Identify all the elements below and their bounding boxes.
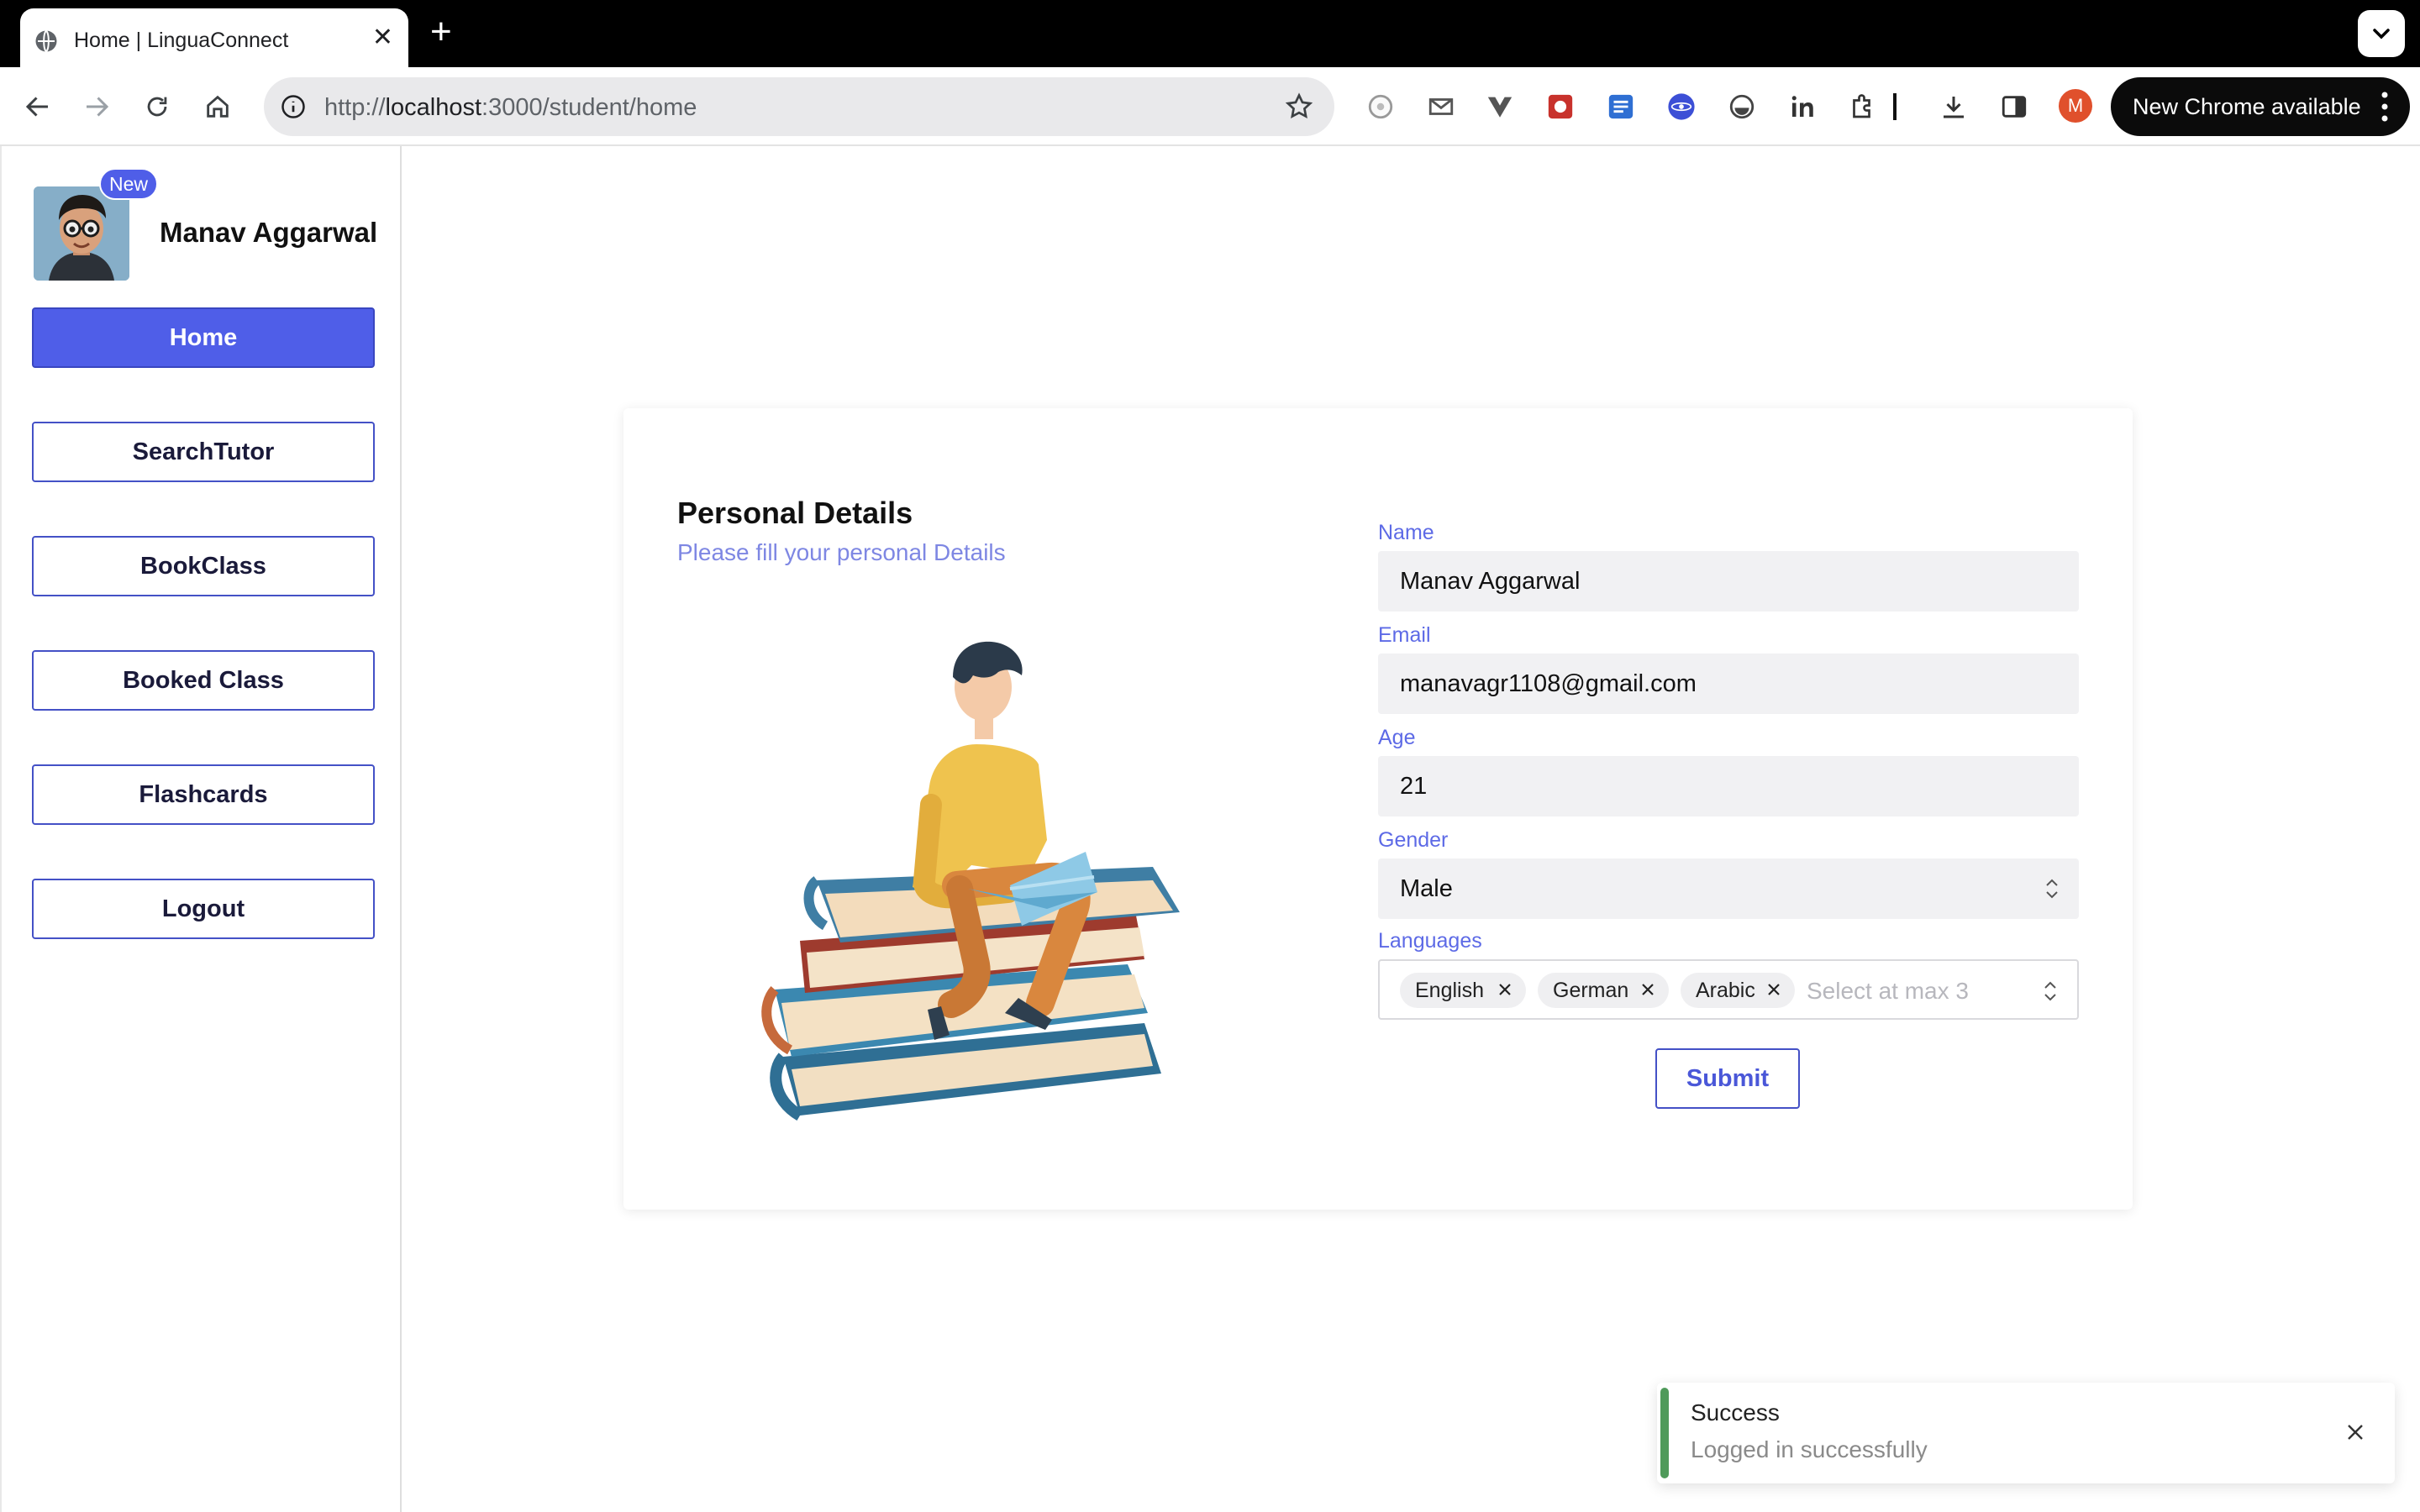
close-icon[interactable]	[2344, 1421, 2366, 1443]
sidebar-item-search-tutor[interactable]: SearchTutor	[32, 422, 375, 482]
select-arrows-icon	[2044, 981, 2056, 1001]
extension-timer-icon[interactable]	[1365, 91, 1397, 123]
back-icon	[25, 97, 48, 117]
name-field[interactable]: Manav Aggarwal	[1378, 551, 2079, 612]
forward-icon	[87, 97, 109, 117]
extension-linkedin-icon[interactable]	[1786, 91, 1818, 123]
forward-button[interactable]	[79, 89, 114, 124]
kebab-menu-icon	[2381, 92, 2388, 122]
browser-tab-strip: Home | LinguaConnect ✕ +	[0, 0, 2420, 67]
reload-icon	[147, 97, 167, 117]
personal-details-card: Personal Details Please fill your person…	[623, 408, 2133, 1210]
extension-vue-icon[interactable]	[1484, 91, 1516, 123]
reload-button[interactable]	[139, 89, 175, 124]
sidebar-item-book-class[interactable]: BookClass	[32, 536, 375, 596]
language-chip: German	[1538, 973, 1669, 1008]
extension-circle-icon[interactable]	[1726, 91, 1758, 123]
gender-select[interactable]: Male	[1378, 858, 2079, 919]
name-label: Name	[1378, 521, 1434, 544]
email-field[interactable]: manavagr1108@gmail.com	[1378, 654, 2079, 714]
browser-tab[interactable]: Home | LinguaConnect ✕	[20, 8, 408, 67]
profile-avatar[interactable]: M	[2059, 89, 2092, 123]
home-button[interactable]	[200, 89, 235, 124]
language-chip-label: Arabic	[1696, 978, 1755, 1002]
extension-react-icon[interactable]	[1665, 91, 1697, 123]
sidebar-item-flashcards[interactable]: Flashcards	[32, 764, 375, 825]
back-button[interactable]	[20, 89, 55, 124]
tab-title: Home | LinguaConnect	[74, 29, 289, 52]
extension-red-icon[interactable]	[1544, 91, 1576, 123]
remove-chip-icon[interactable]	[1765, 980, 1783, 999]
info-icon[interactable]	[281, 94, 306, 119]
chevron-down-icon	[2373, 29, 2390, 39]
extensions-puzzle-icon[interactable]	[1847, 91, 1879, 123]
remove-chip-icon[interactable]	[1496, 980, 1514, 999]
page-title: Personal Details	[677, 496, 913, 530]
student-on-books-illustration	[761, 641, 1180, 1121]
age-label: Age	[1378, 726, 1416, 749]
chrome-update-label: New Chrome available	[2133, 93, 2361, 119]
toolbar-divider	[1892, 91, 1897, 123]
sidebar-item-home[interactable]: Home	[32, 307, 375, 368]
language-chip-label: German	[1553, 978, 1629, 1002]
extension-mail-icon[interactable]	[1425, 91, 1457, 123]
page-subtitle: Please fill your personal Details	[677, 539, 1006, 565]
languages-placeholder: Select at max 3	[1807, 978, 1969, 1004]
languages-multiselect[interactable]: English German Arabic Select at max 3	[1378, 959, 2079, 1020]
languages-label: Languages	[1378, 929, 1482, 953]
browser-toolbar: http://localhost:3000/student/home M New…	[0, 67, 2420, 146]
tab-search-button[interactable]	[2358, 10, 2405, 57]
toast-message: Logged in successfully	[1691, 1436, 1928, 1462]
age-field[interactable]: 21	[1378, 756, 2079, 816]
toast-accent-bar	[1660, 1388, 1669, 1478]
user-name: Manav Aggarwal	[160, 217, 378, 248]
globe-icon	[35, 29, 57, 53]
url-text: http://localhost:3000/student/home	[324, 94, 697, 121]
home-icon	[207, 95, 229, 118]
side-panel-icon[interactable]	[1998, 91, 2030, 123]
select-arrows-icon	[2046, 879, 2058, 899]
success-toast: Success Logged in successfully	[1657, 1383, 2395, 1483]
language-chip: Arabic	[1681, 973, 1795, 1008]
language-chip: English	[1400, 973, 1526, 1008]
address-bar[interactable]: http://localhost:3000/student/home	[264, 77, 1334, 136]
tab-close-icon[interactable]: ✕	[372, 25, 393, 50]
download-icon[interactable]	[1938, 91, 1970, 123]
gender-value: Male	[1400, 874, 1453, 902]
language-chip-label: English	[1415, 978, 1484, 1002]
chrome-update-button[interactable]: New Chrome available	[2111, 77, 2410, 136]
user-avatar[interactable]	[34, 186, 129, 281]
remove-chip-icon[interactable]	[1639, 980, 1657, 999]
new-badge: New	[99, 168, 158, 200]
sidebar-item-logout[interactable]: Logout	[32, 879, 375, 939]
new-tab-icon[interactable]: +	[430, 13, 452, 50]
gender-label: Gender	[1378, 828, 1449, 852]
email-label: Email	[1378, 623, 1431, 647]
sidebar: New Manav Aggarwal Home SearchTutor Book…	[0, 146, 402, 1512]
toast-title: Success	[1691, 1399, 1780, 1425]
submit-button[interactable]: Submit	[1655, 1048, 1800, 1109]
sidebar-item-booked-class[interactable]: Booked Class	[32, 650, 375, 711]
star-icon[interactable]	[1284, 92, 1314, 122]
extension-blue-icon[interactable]	[1605, 91, 1637, 123]
